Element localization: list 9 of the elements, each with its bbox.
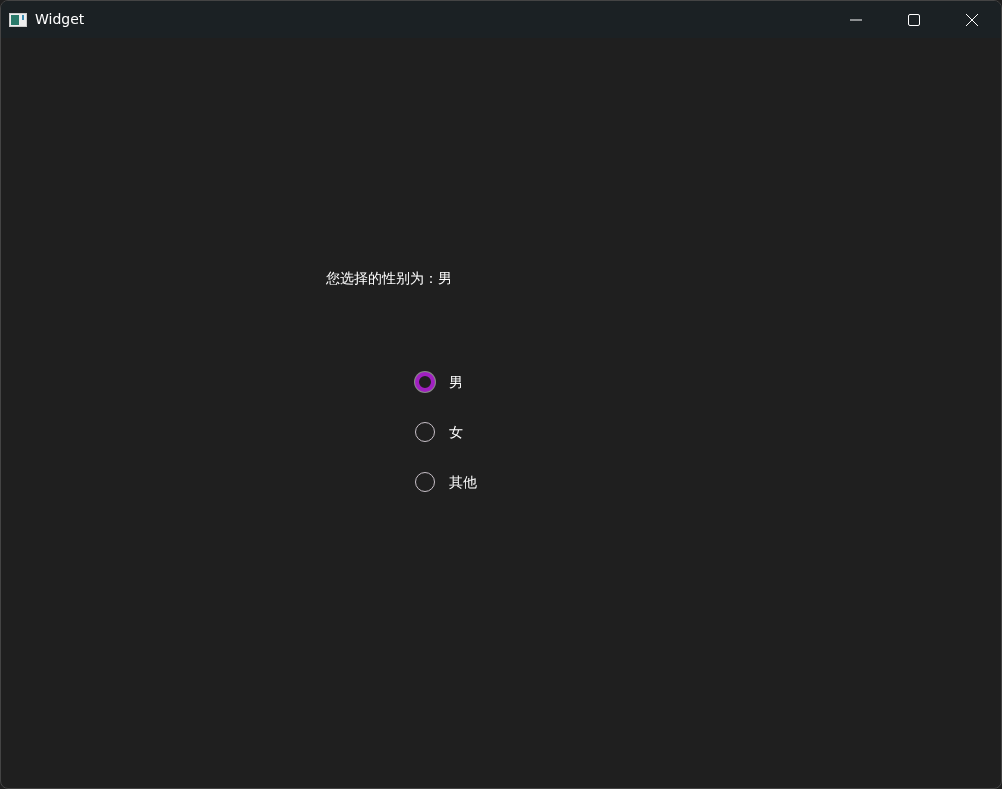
app-icon	[9, 12, 27, 27]
option-label[interactable]: 其他	[449, 471, 477, 493]
radio-button[interactable]	[415, 372, 435, 392]
close-icon[interactable]	[965, 12, 979, 27]
option-label[interactable]: 男	[449, 371, 463, 393]
option-label[interactable]: 女	[449, 421, 463, 443]
window-title: Widget	[35, 10, 85, 29]
result-label: 您选择的性别为：男	[326, 270, 452, 286]
maximize-icon[interactable]	[908, 13, 920, 26]
